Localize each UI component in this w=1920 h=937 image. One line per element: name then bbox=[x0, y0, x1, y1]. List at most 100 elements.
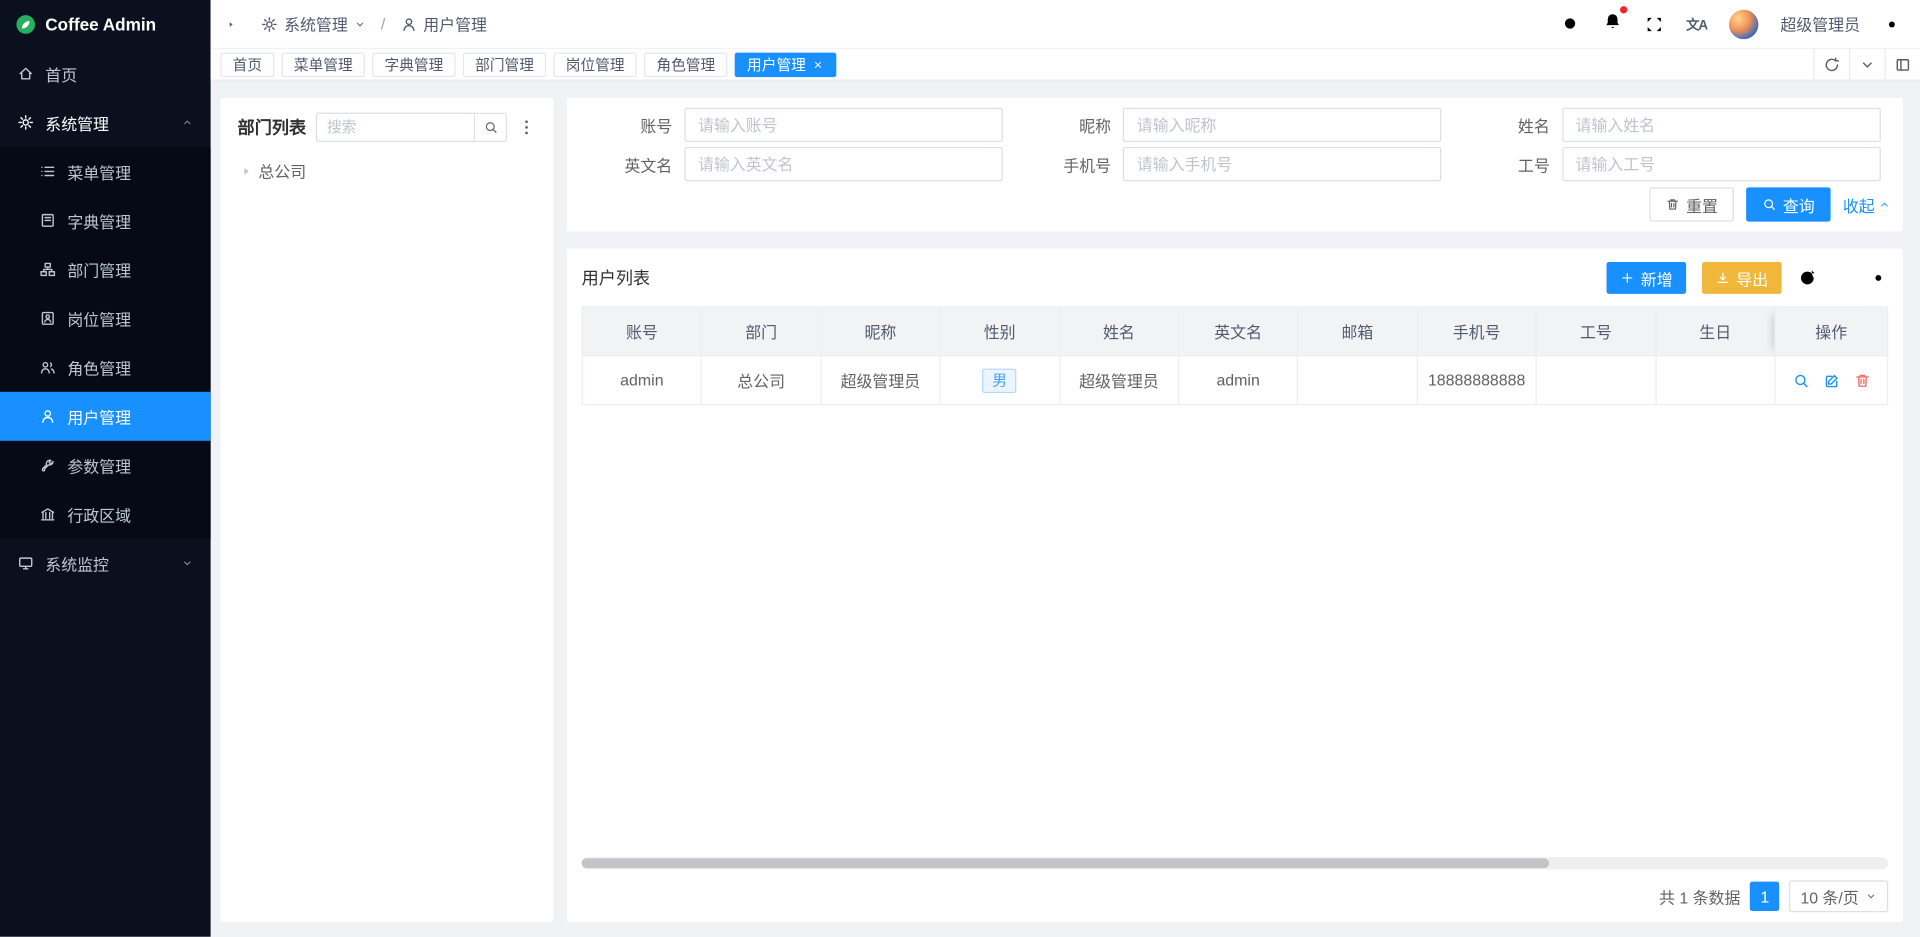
sidebar-item-dept-mgmt[interactable]: 部门管理 bbox=[0, 245, 211, 294]
chevron-up-icon bbox=[181, 116, 193, 128]
breadcrumb-root-label: 系统管理 bbox=[284, 12, 348, 35]
row-height-icon[interactable] bbox=[1833, 268, 1853, 288]
collapse-filter-link[interactable]: 收起 bbox=[1843, 193, 1891, 216]
sidebar-item-home[interactable]: 首页 bbox=[0, 49, 211, 98]
avatar[interactable] bbox=[1729, 9, 1758, 38]
sidebar-item-label: 用户管理 bbox=[67, 405, 131, 428]
sidebar-item-label: 字典管理 bbox=[67, 209, 131, 232]
tabs-menu-button[interactable] bbox=[1849, 49, 1885, 80]
fullscreen-icon[interactable] bbox=[1645, 14, 1665, 34]
view-button[interactable] bbox=[1792, 372, 1809, 389]
notifications-button[interactable] bbox=[1603, 11, 1623, 37]
sidebar-item-menu-mgmt[interactable]: 菜单管理 bbox=[0, 147, 211, 196]
bank-icon bbox=[39, 506, 56, 523]
query-button[interactable]: 查询 bbox=[1746, 187, 1831, 221]
add-user-button[interactable]: 新增 bbox=[1606, 262, 1686, 294]
pagination-total: 共 1 条数据 bbox=[1659, 885, 1740, 908]
english-name-input[interactable] bbox=[684, 147, 1002, 181]
bell-icon bbox=[1603, 11, 1623, 31]
tab-home[interactable]: 首页 bbox=[220, 52, 274, 76]
field-label: 姓名 bbox=[1454, 113, 1562, 136]
translate-icon[interactable]: 文A bbox=[1686, 14, 1707, 34]
id-badge-icon bbox=[39, 310, 56, 327]
sidebar-item-label: 岗位管理 bbox=[67, 307, 131, 330]
username[interactable]: 超级管理员 bbox=[1780, 12, 1860, 35]
search-icon[interactable] bbox=[1561, 14, 1581, 34]
query-button-label: 查询 bbox=[1783, 193, 1815, 216]
department-search-input[interactable] bbox=[316, 113, 475, 142]
column-header-birthday: 生日 bbox=[1656, 307, 1775, 356]
breadcrumb-current: 用户管理 bbox=[400, 12, 487, 35]
sidebar-collapse-icon[interactable] bbox=[227, 14, 247, 34]
edit-button[interactable] bbox=[1823, 372, 1840, 389]
sidebar-item-param-mgmt[interactable]: 参数管理 bbox=[0, 441, 211, 490]
column-settings-gear-icon[interactable] bbox=[1869, 268, 1889, 288]
tab-dept-mgmt[interactable]: 部门管理 bbox=[463, 52, 546, 76]
refresh-icon[interactable] bbox=[1798, 268, 1818, 288]
department-panel: 部门列表 总公司 bbox=[220, 98, 553, 923]
sidebar-item-dict-mgmt[interactable]: 字典管理 bbox=[0, 196, 211, 245]
nickname-input[interactable] bbox=[1123, 108, 1441, 142]
table-empty-space bbox=[582, 405, 1889, 857]
tab-user-mgmt[interactable]: 用户管理 bbox=[735, 52, 837, 76]
field-label: 账号 bbox=[577, 113, 685, 136]
sidebar-item-monitor[interactable]: 系统监控 bbox=[0, 539, 211, 588]
chevron-down-icon bbox=[354, 18, 366, 30]
layout-toggle-button[interactable] bbox=[1884, 49, 1920, 80]
tab-label: 角色管理 bbox=[656, 54, 715, 75]
settings-gear-icon[interactable] bbox=[1882, 14, 1902, 34]
field-label: 工号 bbox=[1454, 152, 1562, 175]
phone-input[interactable] bbox=[1123, 147, 1441, 181]
breadcrumb-root[interactable]: 系统管理 bbox=[261, 12, 366, 35]
account-input[interactable] bbox=[684, 108, 1002, 142]
cell-actions bbox=[1775, 356, 1888, 405]
search-icon bbox=[483, 120, 498, 135]
column-header-account: 账号 bbox=[582, 307, 701, 356]
sidebar-item-post-mgmt[interactable]: 岗位管理 bbox=[0, 294, 211, 343]
gender-tag: 男 bbox=[982, 368, 1016, 392]
tab-label: 字典管理 bbox=[385, 54, 444, 75]
sidebar-item-region-mgmt[interactable]: 行政区域 bbox=[0, 490, 211, 539]
name-input[interactable] bbox=[1562, 108, 1880, 142]
department-search-button[interactable] bbox=[475, 113, 507, 142]
user-list-title: 用户列表 bbox=[582, 266, 651, 290]
page-number-button[interactable]: 1 bbox=[1750, 882, 1779, 911]
topbar: 系统管理 / 用户管理 文A 超级管理员 bbox=[211, 0, 1920, 49]
sidebar-item-user-mgmt[interactable]: 用户管理 bbox=[0, 392, 211, 441]
refresh-icon bbox=[1823, 56, 1840, 73]
chevron-down-icon bbox=[181, 557, 193, 569]
clear-icon bbox=[1665, 197, 1680, 212]
horizontal-scrollbar[interactable] bbox=[582, 858, 1889, 870]
column-header-gender: 性别 bbox=[940, 307, 1059, 356]
search-icon bbox=[1762, 197, 1777, 212]
cell-nickname: 超级管理员 bbox=[821, 356, 940, 405]
sidebar-item-role-mgmt[interactable]: 角色管理 bbox=[0, 343, 211, 392]
delete-button[interactable] bbox=[1853, 372, 1870, 389]
sidebar-item-label: 首页 bbox=[45, 62, 77, 85]
scrollbar-thumb[interactable] bbox=[582, 859, 1549, 869]
tabs-refresh-button[interactable] bbox=[1813, 49, 1849, 80]
sidebar: Coffee Admin 首页 系统管理 菜单管理 字典管理 部门管理 bbox=[0, 0, 211, 937]
page-size-value: 10 条/页 bbox=[1800, 885, 1858, 908]
sidebar-item-system[interactable]: 系统管理 bbox=[0, 98, 211, 147]
tree-node-root[interactable]: 总公司 bbox=[238, 154, 537, 187]
export-button[interactable]: 导出 bbox=[1702, 262, 1782, 294]
main-column: 账号 昵称 姓名 英文名 bbox=[567, 98, 1903, 923]
tab-dict-mgmt[interactable]: 字典管理 bbox=[372, 52, 455, 76]
tab-menu-mgmt[interactable]: 菜单管理 bbox=[282, 52, 365, 76]
page-size-select[interactable]: 10 条/页 bbox=[1789, 881, 1888, 913]
field-name: 姓名 bbox=[1454, 108, 1893, 142]
close-icon[interactable] bbox=[812, 58, 824, 70]
plus-icon bbox=[1620, 271, 1635, 286]
more-options-icon[interactable] bbox=[517, 118, 537, 138]
user-icon bbox=[39, 408, 56, 425]
job-no-input[interactable] bbox=[1562, 147, 1880, 181]
sidebar-item-label: 角色管理 bbox=[67, 356, 131, 379]
monitor-icon bbox=[17, 555, 34, 572]
tab-role-mgmt[interactable]: 角色管理 bbox=[644, 52, 727, 76]
tab-post-mgmt[interactable]: 岗位管理 bbox=[554, 52, 637, 76]
gear-icon bbox=[261, 15, 278, 32]
breadcrumb-current-label: 用户管理 bbox=[423, 12, 487, 35]
reset-button[interactable]: 重置 bbox=[1649, 187, 1734, 221]
field-label: 英文名 bbox=[577, 152, 685, 175]
